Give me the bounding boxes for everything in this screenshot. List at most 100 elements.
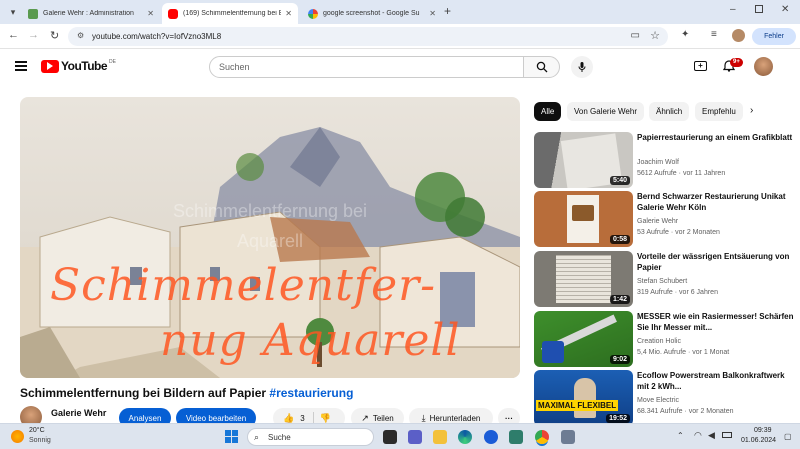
recommendation-title[interactable]: Ecoflow Powerstream Balkonkraftwerk mit …: [637, 370, 795, 392]
chip-from-channel[interactable]: Von Galerie Wehr: [567, 102, 644, 121]
teams-icon[interactable]: [408, 430, 422, 444]
youtube-logo[interactable]: YouTube DE: [41, 59, 116, 73]
recommendation-item[interactable]: MAXIMAL FLEXIBEL 19:52 Ecoflow Powerstre…: [534, 370, 796, 426]
zoom-icon[interactable]: [484, 430, 498, 444]
recommendation-title[interactable]: Bernd Schwarzer Restaurierung Unikat Gal…: [637, 191, 795, 213]
country-code: DE: [109, 59, 116, 65]
forward-icon[interactable]: →: [28, 29, 39, 41]
recommendation-channel[interactable]: Galerie Wehr: [637, 218, 678, 225]
taskbar-search-input[interactable]: ⌕ Suche: [247, 428, 374, 446]
task-view-icon[interactable]: [383, 430, 397, 444]
video-title: Schimmelentfernung bei Bildern auf Papie…: [20, 386, 353, 400]
chrome-icon[interactable]: [535, 430, 549, 444]
video-player[interactable]: Schimmelentfernung bei Aquarell Schimmel…: [20, 97, 520, 378]
speaker-icon[interactable]: ◀: [708, 430, 715, 441]
recommendation-thumbnail[interactable]: 0:58: [534, 191, 633, 247]
window-close-icon[interactable]: ✕: [781, 4, 789, 15]
channel-name[interactable]: Galerie Wehr: [51, 408, 106, 418]
recommendation-title[interactable]: Vorteile der wässrigen Entsäuerung von P…: [637, 251, 795, 273]
file-explorer-icon[interactable]: [433, 430, 447, 444]
weather-temperature[interactable]: 20°C: [29, 427, 45, 434]
site-settings-icon[interactable]: ⚙: [77, 31, 84, 40]
restore-icon[interactable]: [755, 5, 763, 13]
account-avatar[interactable]: [754, 57, 773, 76]
notification-center-icon[interactable]: ▢: [784, 432, 792, 441]
create-video-icon[interactable]: +: [694, 61, 707, 71]
close-icon[interactable]: ✕: [147, 9, 154, 18]
app-icon[interactable]: [509, 430, 523, 444]
tab-youtube-video[interactable]: (169) Schimmelentfernung bei B ✕: [162, 3, 298, 24]
recommendation-item[interactable]: 1:42 Vorteile der wässrigen Entsäuerung …: [534, 251, 796, 307]
video-duration: 1:42: [609, 295, 630, 304]
close-icon[interactable]: ✕: [429, 9, 436, 18]
search-input[interactable]: Suchen: [209, 56, 524, 78]
bookmark-star-icon[interactable]: ☆: [650, 29, 660, 42]
url-text: youtube.com/watch?v=IofVzno3ML8: [92, 32, 222, 41]
chevron-up-icon[interactable]: ⌃: [677, 431, 684, 440]
search-icon: [536, 61, 547, 73]
search-placeholder: Suchen: [219, 62, 250, 72]
thumbs-down-icon[interactable]: 👎: [320, 413, 331, 424]
reload-icon[interactable]: ↻: [50, 29, 59, 42]
address-bar[interactable]: ⚙ youtube.com/watch?v=IofVzno3ML8 ▭ ☆: [68, 27, 668, 46]
chip-related[interactable]: Ähnlich: [649, 102, 690, 121]
recommendation-thumbnail[interactable]: 5:40: [534, 132, 633, 188]
thumbnail-caption: MAXIMAL FLEXIBEL: [536, 400, 619, 411]
recommendation-meta: 68.341 Aufrufe · vor 2 Monaten: [637, 408, 734, 415]
recommendation-channel[interactable]: Joachim Wolf: [637, 159, 679, 166]
weather-condition[interactable]: Sonnig: [29, 437, 51, 444]
recommendation-thumbnail[interactable]: MAXIMAL FLEXIBEL 19:52: [534, 370, 633, 426]
download-icon: ⤓: [421, 412, 426, 423]
clock-time[interactable]: 09:39: [754, 427, 772, 434]
svg-text:Aquarell: Aquarell: [237, 231, 303, 251]
recommendation-item[interactable]: 0:58 Bernd Schwarzer Restaurierung Unika…: [534, 191, 796, 247]
video-duration: 0:58: [609, 235, 630, 244]
recommendation-thumbnail[interactable]: 9:02: [534, 311, 633, 367]
recommendation-views: 68.341 Aufrufe: [637, 408, 683, 415]
menu-icon[interactable]: [15, 61, 27, 71]
recommendation-item[interactable]: 9:02 MESSER wie ein Rasiermesser! Schärf…: [534, 311, 796, 367]
taskbar-search-icon: ⌕: [254, 432, 260, 442]
tab-search-icon[interactable]: ▾: [6, 5, 20, 19]
reading-list-icon[interactable]: ≡: [711, 29, 717, 40]
tab-galerie-admin[interactable]: Galerie Wehr : Administration ✕: [22, 3, 160, 24]
recommendation-meta: 5,4 Mio. Aufrufe · vor 1 Monat: [637, 349, 730, 356]
recommendation-thumbnail[interactable]: 1:42: [534, 251, 633, 307]
snipping-tool-icon[interactable]: [561, 430, 575, 444]
galerie-icon: [28, 8, 38, 19]
video-hashtag[interactable]: #restaurierung: [269, 386, 353, 400]
recommendation-channel[interactable]: Stefan Schubert: [637, 278, 687, 285]
recommendation-channel[interactable]: Creation Holic: [637, 338, 681, 345]
profile-avatar[interactable]: [732, 29, 745, 42]
battery-icon[interactable]: [722, 432, 732, 438]
recommendation-title[interactable]: MESSER wie ein Rasiermesser! Schärfen Si…: [637, 311, 795, 333]
edge-icon[interactable]: [458, 430, 472, 444]
windows-start-icon[interactable]: [225, 430, 238, 443]
wifi-icon[interactable]: ◠: [694, 430, 702, 441]
video-overlay-text-line1: Schimmelentfer-: [50, 260, 437, 311]
chip-recommended[interactable]: Empfehlu: [695, 102, 743, 121]
microphone-icon: [578, 61, 586, 72]
tab-google-search[interactable]: google screenshot - Google Su ✕: [302, 3, 442, 24]
error-button[interactable]: Fehler: [752, 28, 796, 45]
windows-taskbar: 20°C Sonnig ⌕ Suche ⌃ ◠ ◀ 09:39 01.06.20…: [0, 423, 800, 449]
weather-sun-icon[interactable]: [11, 430, 24, 443]
search-button[interactable]: [523, 56, 560, 78]
extensions-icon[interactable]: ✦: [681, 29, 689, 40]
new-tab-icon[interactable]: +: [444, 4, 451, 18]
recommendation-channel[interactable]: Move Electric: [637, 397, 679, 404]
minimize-icon[interactable]: –: [730, 4, 736, 15]
recommendation-age: vor 1 Monat: [692, 349, 730, 356]
thumbs-up-icon[interactable]: 👍: [283, 413, 294, 424]
recommendation-item[interactable]: 5:40 Papierrestaurierung an einem Grafik…: [534, 132, 796, 188]
chip-all[interactable]: Alle: [534, 102, 562, 121]
like-count: 3: [300, 413, 305, 423]
voice-search-button[interactable]: [571, 56, 593, 78]
recommendation-title[interactable]: Papierrestaurierung an einem Grafikblatt: [637, 132, 795, 143]
cast-icon[interactable]: ▭: [631, 30, 640, 41]
recommendation-views: 5,4 Mio. Aufrufe: [637, 349, 687, 356]
clock-date[interactable]: 01.06.2024: [741, 437, 776, 444]
chevron-right-icon[interactable]: ›: [750, 105, 753, 116]
close-icon[interactable]: ✕: [285, 9, 292, 18]
back-icon[interactable]: ←: [8, 29, 19, 41]
